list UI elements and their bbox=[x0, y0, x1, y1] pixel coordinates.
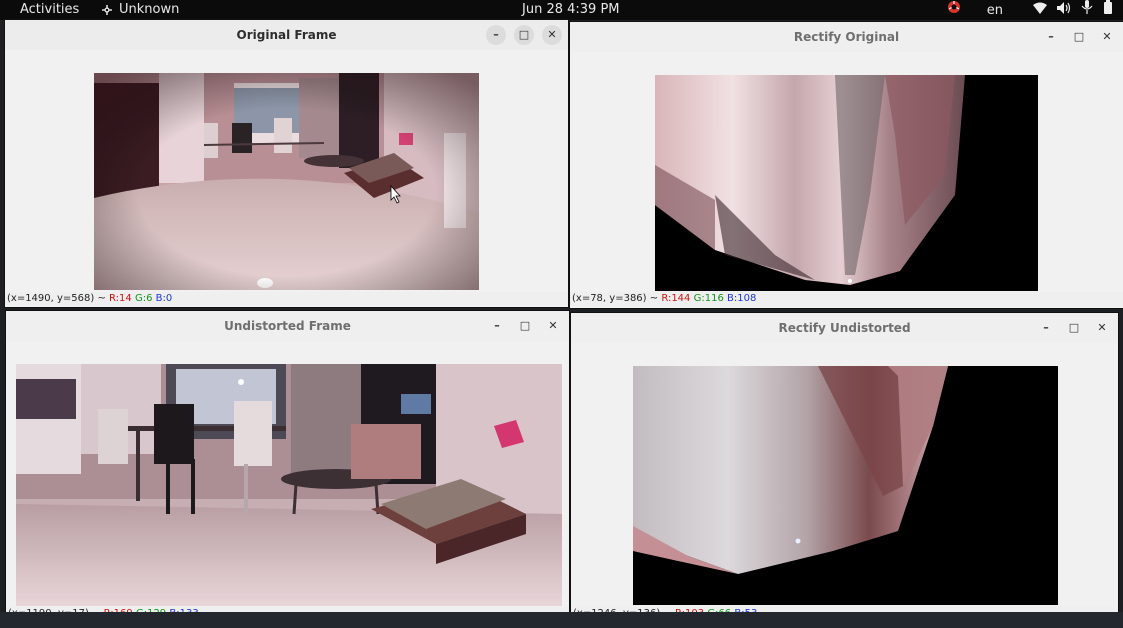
rectified-image[interactable] bbox=[655, 75, 1038, 291]
fisheye-scene bbox=[94, 73, 479, 290]
window-title: Rectify Original bbox=[793, 30, 900, 44]
maximize-icon[interactable]: □ bbox=[1064, 318, 1084, 338]
top-bar: Activities Unknown Jun 28 4:39 PM en bbox=[0, 0, 1123, 20]
activities-button[interactable]: Activities bbox=[20, 0, 79, 20]
close-icon[interactable]: ✕ bbox=[542, 25, 562, 45]
app-icon bbox=[102, 5, 112, 15]
maximize-icon[interactable]: □ bbox=[515, 316, 535, 336]
pixel-coords: (x=1490, y=568) ~ bbox=[7, 293, 110, 304]
window-title: Undistorted Frame bbox=[224, 319, 351, 333]
minimize-icon[interactable]: – bbox=[1036, 318, 1056, 338]
mic-icon[interactable] bbox=[1081, 0, 1093, 21]
window-original-frame[interactable]: Original Frame – □ ✕ (x=1490, y=568) ~ R… bbox=[5, 20, 568, 307]
battery-icon[interactable] bbox=[1103, 0, 1113, 21]
undistorted-scene bbox=[16, 364, 562, 606]
pixel-g: G:116 bbox=[693, 293, 724, 304]
window-title: Rectify Undistorted bbox=[778, 321, 911, 335]
status-bar: (x=1490, y=568) ~ R:14 G:6 B:0 bbox=[5, 292, 568, 306]
rectified-scene bbox=[655, 75, 965, 285]
rectified-undistorted-image[interactable] bbox=[633, 366, 1058, 605]
pixel-coords: (x=78, y=386) ~ bbox=[572, 293, 662, 304]
undistorted-image[interactable] bbox=[16, 364, 562, 606]
pixel-r: R:144 bbox=[661, 293, 691, 304]
titlebar[interactable]: Original Frame – □ ✕ bbox=[5, 20, 568, 50]
system-tray[interactable]: en bbox=[947, 0, 1113, 21]
app-menu[interactable]: Unknown bbox=[100, 0, 179, 20]
wifi-icon[interactable] bbox=[1033, 1, 1047, 21]
close-icon[interactable]: ✕ bbox=[543, 316, 563, 336]
app-name: Unknown bbox=[119, 2, 180, 17]
clock[interactable]: Jun 28 4:39 PM bbox=[522, 0, 620, 20]
volume-icon[interactable] bbox=[1057, 1, 1071, 21]
image-canvas[interactable] bbox=[6, 341, 569, 607]
titlebar[interactable]: Undistorted Frame – □ ✕ bbox=[6, 311, 569, 341]
minimize-icon[interactable]: – bbox=[487, 316, 507, 336]
background-terminal bbox=[0, 612, 1123, 628]
window-title: Original Frame bbox=[236, 28, 337, 42]
close-icon[interactable]: ✕ bbox=[1092, 318, 1112, 338]
language-indicator[interactable]: en bbox=[987, 1, 1003, 21]
pixel-b: B:0 bbox=[155, 293, 173, 304]
window-rectify-undistorted[interactable]: Rectify Undistorted – □ ✕ bbox=[571, 313, 1118, 622]
pixel-g: G:6 bbox=[134, 293, 153, 304]
maximize-icon[interactable]: □ bbox=[514, 25, 534, 45]
window-undistorted-frame[interactable]: Undistorted Frame – □ ✕ bbox=[6, 311, 569, 622]
pixel-b: B:108 bbox=[727, 293, 757, 304]
rectified-undistorted-scene bbox=[633, 366, 948, 574]
titlebar[interactable]: Rectify Original – □ ✕ bbox=[570, 22, 1123, 52]
maximize-icon[interactable]: □ bbox=[1069, 27, 1089, 47]
pixel-r: R:14 bbox=[109, 293, 132, 304]
window-rectify-original[interactable]: Rectify Original – □ ✕ (x=78, y=386) ~ R… bbox=[570, 22, 1123, 308]
titlebar[interactable]: Rectify Undistorted – □ ✕ bbox=[571, 313, 1118, 343]
close-icon[interactable]: ✕ bbox=[1097, 27, 1117, 47]
camera-image[interactable] bbox=[94, 73, 479, 290]
network-icon[interactable] bbox=[947, 0, 961, 21]
status-bar: (x=78, y=386) ~ R:144 G:116 B:108 bbox=[570, 292, 1123, 306]
image-canvas[interactable] bbox=[571, 343, 1118, 607]
minimize-icon[interactable]: – bbox=[486, 25, 506, 45]
image-canvas[interactable] bbox=[5, 50, 568, 293]
minimize-icon[interactable]: – bbox=[1041, 27, 1061, 47]
image-canvas[interactable] bbox=[570, 52, 1123, 293]
